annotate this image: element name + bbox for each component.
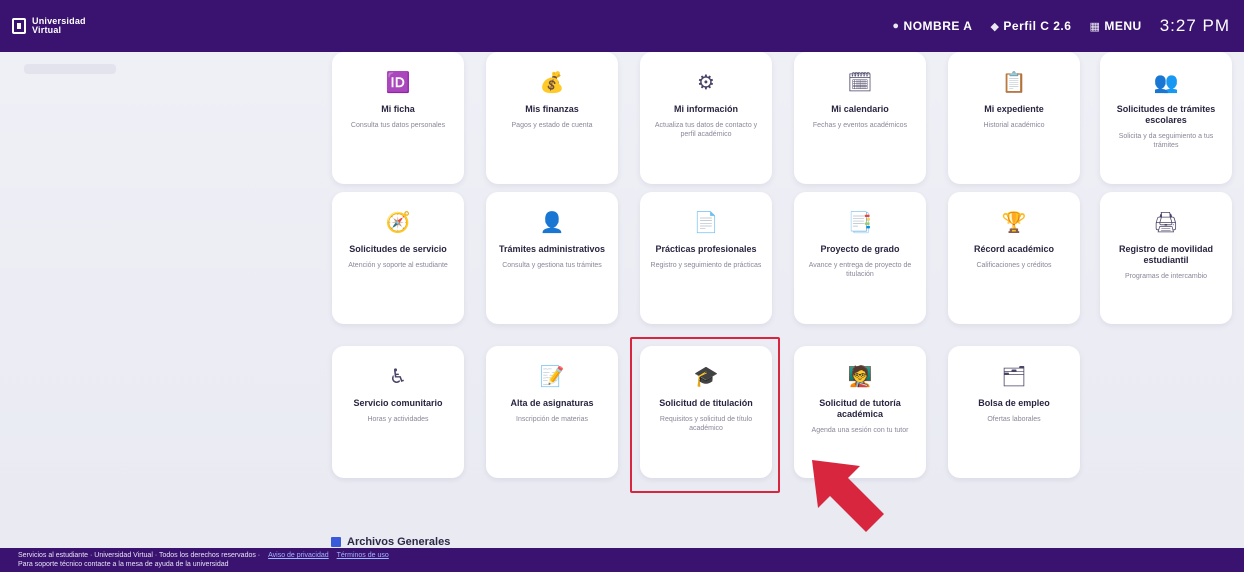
- card-description: Programas de intercambio: [1124, 273, 1208, 280]
- card-solicitudes-servicio[interactable]: 🧭 Solicitudes de servicio Atención y sop…: [332, 192, 464, 324]
- card-description: Fechas y eventos académicos: [812, 122, 908, 129]
- card-proyecto-grado[interactable]: 📑 Proyecto de grado Avance y entrega de …: [794, 192, 926, 324]
- card-description: Horas y actividades: [367, 416, 429, 423]
- card-description: Pagos y estado de cuenta: [511, 122, 593, 129]
- card-solicitudes-tramites[interactable]: 👥 Solicitudes de trámites escolares Soli…: [1100, 52, 1232, 184]
- card-bolsa-empleo[interactable]: 🗂 Bolsa de empleo Ofertas laborales: [948, 346, 1080, 478]
- card-title: Bolsa de empleo: [978, 398, 1050, 408]
- profile-menu-label: Perfil C 2.6: [1003, 19, 1072, 33]
- clipboard-icon: 📋: [1001, 72, 1027, 94]
- card-title: Trámites administrativos: [498, 244, 606, 254]
- main-menu-label: MENU: [1104, 19, 1142, 33]
- card-record-academico[interactable]: 🏆 Récord académico Calificaciones y créd…: [948, 192, 1080, 324]
- card-title: Prácticas profesionales: [655, 244, 757, 254]
- card-description: Inscripción de materias: [516, 416, 588, 423]
- terms-link[interactable]: Términos de uso: [337, 552, 389, 559]
- person-icon: 👤: [539, 212, 565, 234]
- highlight-box: [630, 337, 780, 493]
- card-title: Solicitudes de servicio: [349, 244, 447, 254]
- logo-icon: [12, 18, 26, 34]
- profile-menu[interactable]: ◆ Perfil C 2.6: [990, 19, 1071, 33]
- university-logo[interactable]: Universidad Virtual: [12, 17, 86, 35]
- card-description: Agenda una sesión con tu tutor: [811, 427, 909, 434]
- card-title: Solicitud de tutoría académica: [819, 398, 901, 419]
- user-menu[interactable]: ● NOMBRE A: [892, 19, 972, 33]
- sidebar-placeholder: [24, 64, 116, 74]
- card-description: Consulta y gestiona tus trámites: [502, 262, 602, 269]
- file-list-icon: 📑: [847, 212, 873, 234]
- archivos-label: Archivos Generales: [347, 536, 451, 548]
- main-menu[interactable]: ▦ MENU: [1089, 19, 1141, 33]
- card-title: Alta de asignaturas: [510, 398, 594, 408]
- grid-icon: ▦: [1089, 20, 1101, 33]
- card-mi-ficha[interactable]: 🆔 Mi ficha Consulta tus datos personales: [332, 52, 464, 184]
- top-bar: Universidad Virtual ● NOMBRE A ◆ Perfil …: [0, 0, 1244, 52]
- document-icon: 📄: [693, 212, 719, 234]
- card-title: Servicio comunitario: [353, 398, 443, 408]
- card-alta-asignaturas[interactable]: 📝 Alta de asignaturas Inscripción de mat…: [486, 346, 618, 478]
- user-icon: ●: [892, 20, 900, 32]
- gear-icon: ⚙: [697, 72, 715, 94]
- people-icon: 👥: [1153, 72, 1179, 94]
- printer-icon: 🖨: [1153, 212, 1179, 234]
- card-description: Atención y soporte al estudiante: [348, 262, 448, 269]
- pointer-arrow-icon: [812, 460, 884, 532]
- footer: Servicios al estudiante · Universidad Vi…: [0, 548, 1244, 572]
- calendar-icon: 🗓: [847, 72, 873, 94]
- folder-icon: 🗂: [1001, 366, 1027, 388]
- card-description: Historial académico: [983, 122, 1045, 129]
- user-menu-label: NOMBRE A: [903, 19, 973, 33]
- card-title: Solicitudes de trámites escolares: [1116, 104, 1216, 125]
- card-servicio-comunitario[interactable]: ♿ Servicio comunitario Horas y actividad…: [332, 346, 464, 478]
- card-description: Ofertas laborales: [987, 416, 1041, 423]
- card-mi-expediente[interactable]: 📋 Mi expediente Historial académico: [948, 52, 1080, 184]
- card-title: Proyecto de grado: [820, 244, 900, 254]
- card-title: Récord académico: [973, 244, 1055, 254]
- card-description: Avance y entrega de proyecto de titulaci…: [808, 262, 912, 278]
- card-title: Mi información: [673, 104, 738, 114]
- card-description: Registro y seguimiento de prácticas: [650, 262, 762, 269]
- card-description: Actualiza tus datos de contacto y perfil…: [654, 122, 758, 138]
- card-registro-movilidad[interactable]: 🖨 Registro de movilidad estudiantil Prog…: [1100, 192, 1232, 324]
- footer-text: Servicios al estudiante · Universidad Vi…: [18, 552, 261, 559]
- archivos-generales-link[interactable]: Archivos Generales: [331, 536, 450, 548]
- trophy-icon: 🏆: [1001, 212, 1027, 234]
- accessibility-icon: ♿: [389, 366, 407, 388]
- card-mis-finanzas[interactable]: 💰 Mis finanzas Pagos y estado de cuenta: [486, 52, 618, 184]
- footer-row-1: Servicios al estudiante · Universidad Vi…: [18, 551, 1226, 560]
- money-icon: 💰: [539, 72, 565, 94]
- settings-icon: ◆: [990, 20, 1000, 33]
- card-mi-calendario[interactable]: 🗓 Mi calendario Fechas y eventos académi…: [794, 52, 926, 184]
- folder-icon: [331, 537, 341, 547]
- card-title: Mi ficha: [381, 104, 415, 114]
- compass-icon: 🧭: [385, 212, 411, 234]
- card-tramites-administrativos[interactable]: 👤 Trámites administrativos Consulta y ge…: [486, 192, 618, 324]
- card-description: Consulta tus datos personales: [350, 122, 446, 129]
- footer-row-2: Para soporte técnico contacte a la mesa …: [18, 561, 229, 568]
- card-description: Solicita y da seguimiento a tus trámites: [1118, 133, 1214, 149]
- card-title: Mi expediente: [984, 104, 1044, 114]
- clock: 3:27 PM: [1159, 16, 1230, 35]
- card-practicas-profesionales[interactable]: 📄 Prácticas profesionales Registro y seg…: [640, 192, 772, 324]
- card-mi-informacion[interactable]: ⚙ Mi información Actualiza tus datos de …: [640, 52, 772, 184]
- teacher-icon: 🧑‍🏫: [847, 366, 873, 388]
- card-title: Mi calendario: [831, 104, 889, 114]
- form-icon: 📝: [539, 366, 565, 388]
- logo-text: Universidad Virtual: [32, 16, 86, 35]
- header-menu: ● NOMBRE A ◆ Perfil C 2.6 ▦ MENU 3:27 PM: [892, 16, 1230, 36]
- id-card-icon: 🆔: [385, 72, 411, 94]
- card-description: Calificaciones y créditos: [976, 262, 1052, 269]
- privacy-link[interactable]: Aviso de privacidad: [268, 552, 329, 559]
- card-title: Mis finanzas: [525, 104, 579, 114]
- card-title: Registro de movilidad estudiantil: [1118, 244, 1214, 265]
